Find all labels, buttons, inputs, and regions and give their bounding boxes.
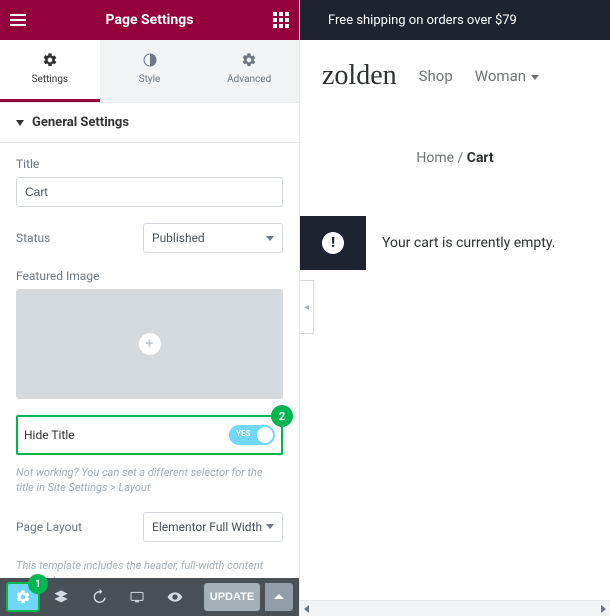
title-label: Title — [16, 157, 283, 171]
promo-bar: Free shipping on orders over $79 — [300, 0, 610, 40]
update-button[interactable]: UPDATE — [204, 583, 260, 611]
breadcrumb-current: Cart — [467, 150, 494, 166]
notice-text: Your cart is currently empty. — [382, 235, 555, 251]
annotation-badge-1: 1 — [28, 574, 48, 594]
update-options-button[interactable] — [265, 583, 293, 611]
site-header: zolden Shop Woman — [300, 40, 610, 112]
tab-settings[interactable]: Settings — [0, 40, 100, 102]
hide-title-toggle[interactable]: YES — [229, 425, 275, 445]
status-label: Status — [16, 231, 50, 245]
panel-footer: 1 UPDATE — [0, 578, 299, 616]
title-input[interactable] — [16, 177, 283, 207]
caret-down-icon — [266, 524, 274, 529]
nav-woman[interactable]: Woman — [475, 67, 539, 85]
site-logo[interactable]: zolden — [322, 60, 397, 92]
hide-title-hint: Not working? You can set a different sel… — [16, 465, 283, 496]
tab-advanced[interactable]: Advanced — [199, 40, 299, 102]
gear-icon — [42, 52, 58, 68]
panel-title: Page Settings — [26, 12, 273, 28]
panel-collapse-handle[interactable]: ◂ — [300, 280, 314, 334]
history-button[interactable] — [82, 582, 116, 612]
caret-down-icon — [266, 236, 274, 241]
status-select[interactable]: Published — [143, 223, 283, 253]
breadcrumb: Home / Cart — [300, 112, 610, 216]
navigator-button[interactable] — [44, 582, 78, 612]
nav-shop[interactable]: Shop — [419, 67, 453, 85]
featured-image-drop[interactable]: + — [16, 289, 283, 399]
apps-icon[interactable] — [273, 12, 289, 28]
breadcrumb-home[interactable]: Home — [416, 150, 454, 166]
hide-title-label: Hide Title — [24, 428, 75, 442]
tab-style[interactable]: Style — [100, 40, 200, 102]
cart-notice: ! Your cart is currently empty. — [300, 216, 610, 270]
annotation-badge-2: 2 — [271, 405, 293, 427]
horizontal-scrollbar[interactable] — [300, 600, 610, 616]
page-layout-hint: This template includes the header, full-… — [16, 558, 283, 578]
preview-button[interactable] — [158, 582, 192, 612]
page-settings-button[interactable]: 1 — [6, 582, 40, 612]
responsive-button[interactable] — [120, 582, 154, 612]
page-layout-label: Page Layout — [16, 520, 82, 534]
exclamation-icon: ! — [322, 232, 344, 254]
featured-image-label: Featured Image — [16, 269, 283, 283]
hide-title-row: Hide Title YES 2 — [16, 415, 283, 455]
contrast-icon — [142, 52, 158, 68]
notice-icon-box: ! — [300, 216, 366, 270]
plus-icon: + — [139, 333, 161, 355]
chevron-down-icon — [16, 120, 24, 126]
page-layout-select[interactable]: Elementor Full Width — [143, 512, 283, 542]
menu-icon[interactable] — [10, 14, 26, 26]
section-general-settings[interactable]: General Settings — [0, 103, 299, 143]
gear-icon — [241, 52, 257, 68]
